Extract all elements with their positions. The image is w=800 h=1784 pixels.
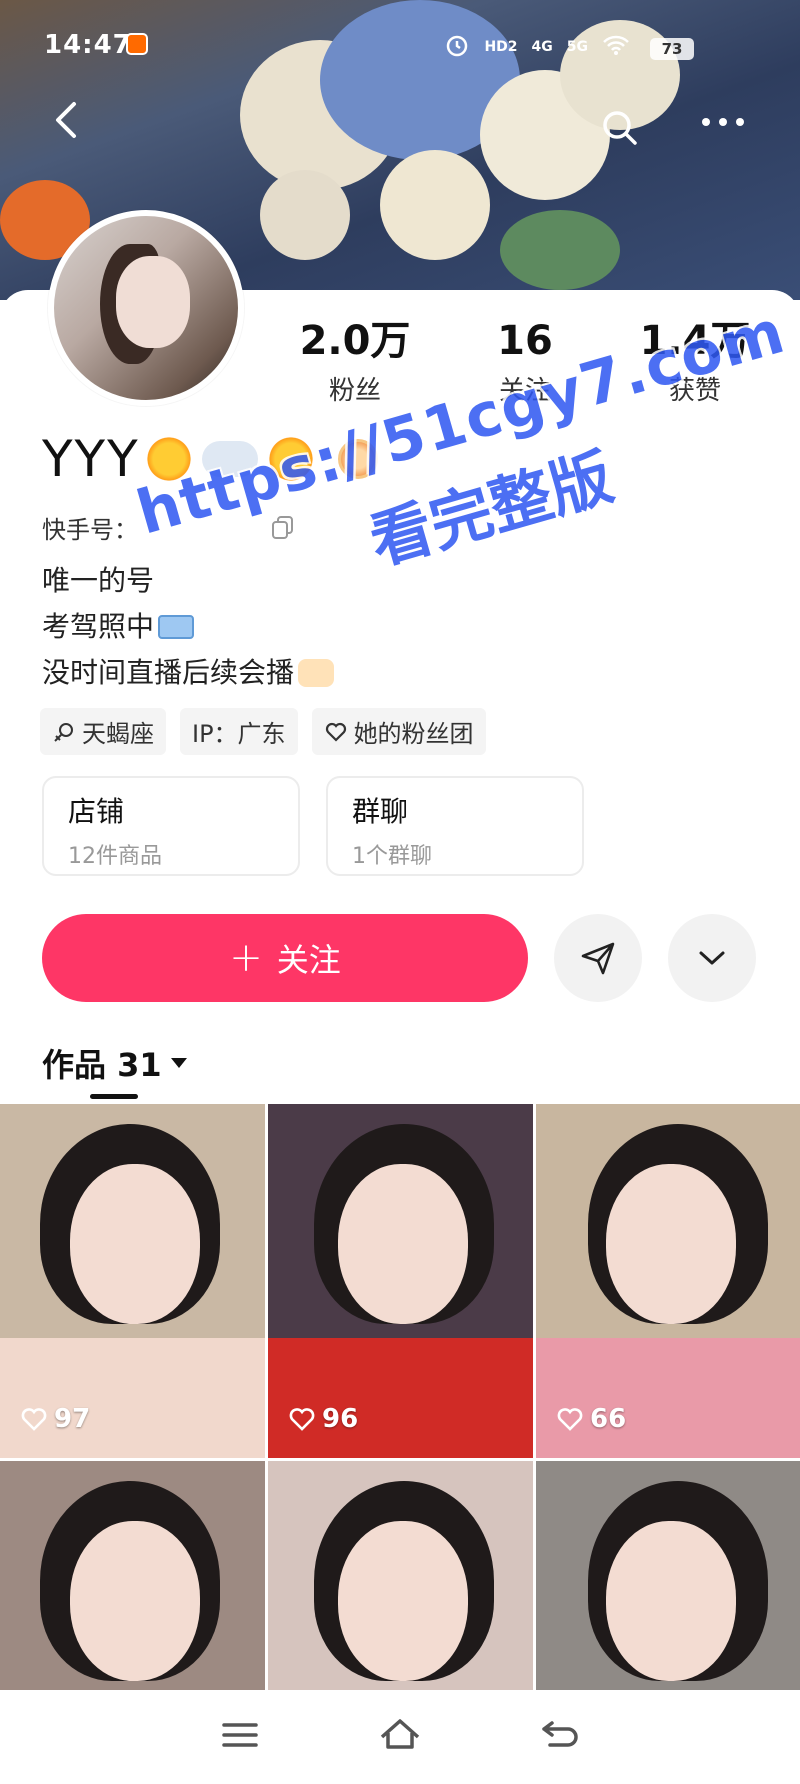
- back-nav-icon[interactable]: [538, 1715, 582, 1759]
- chevron-down-icon: [699, 951, 725, 965]
- follow-button[interactable]: + 关注: [42, 914, 528, 1002]
- thumbnail-face: [606, 1164, 736, 1324]
- tab-works-label: 作品 31: [42, 1046, 162, 1084]
- like-count-value: 96: [322, 1404, 359, 1434]
- heart-outline-icon: [557, 1408, 583, 1431]
- username-text: YYY: [42, 430, 140, 488]
- tag-ip-location: IP：广东: [180, 708, 298, 755]
- alarm-icon: [444, 32, 470, 62]
- thumbnail-face: [338, 1521, 468, 1681]
- tag-label: 她的粉丝团: [353, 720, 474, 748]
- shop-entry[interactable]: 店铺 12件商品: [42, 776, 300, 876]
- avatar-face: [116, 256, 190, 348]
- expand-button[interactable]: [668, 914, 756, 1002]
- stat-followers[interactable]: 2.0万 粉丝: [270, 318, 440, 407]
- status-time: 14:47: [44, 30, 132, 60]
- entry-subtitle: 12件商品: [68, 844, 162, 869]
- back-icon[interactable]: [48, 100, 88, 140]
- thumbnail-face: [70, 1521, 200, 1681]
- bio-text: 考驾照中: [42, 610, 155, 643]
- network-indicator-5g: 5G: [566, 39, 588, 55]
- entry-subtitle: 1个群聊: [352, 844, 432, 869]
- battery-indicator: 73: [650, 38, 694, 60]
- tag-label: 天蝎座: [82, 720, 154, 748]
- status-bar: 14:47 HD2 4G 5G 73: [0, 0, 800, 90]
- send-icon: [581, 942, 615, 975]
- female-icon: [54, 722, 73, 742]
- bio-line: 没时间直播后续会播: [42, 650, 335, 696]
- heart-outline-icon: [21, 1408, 47, 1431]
- app-notification-icon: [126, 33, 148, 55]
- heart-hands-emoji-icon: [298, 659, 335, 687]
- status-indicators: HD2 4G 5G: [444, 32, 630, 62]
- bio-text: 唯一的号: [42, 564, 155, 597]
- like-count: 97: [20, 1404, 90, 1434]
- banner-leaf: [500, 210, 620, 290]
- tag-constellation[interactable]: 天蝎座: [40, 708, 166, 755]
- system-navigation-bar: [0, 1690, 800, 1784]
- avatar[interactable]: [48, 210, 244, 406]
- tab-works[interactable]: 作品 31: [42, 1040, 188, 1086]
- work-item[interactable]: 97: [0, 1104, 265, 1458]
- work-item[interactable]: 96: [268, 1104, 533, 1458]
- like-count: 66: [556, 1404, 626, 1434]
- like-count-value: 66: [590, 1404, 627, 1434]
- caret-down-icon: [170, 1058, 187, 1068]
- home-icon[interactable]: [378, 1715, 422, 1759]
- wifi-icon: [602, 34, 630, 60]
- thumbnail-face: [70, 1164, 200, 1324]
- profile-tags: 天蝎座 IP：广东 她的粉丝团: [40, 708, 486, 755]
- share-button[interactable]: [554, 914, 642, 1002]
- group-chat-entry[interactable]: 群聊 1个群聊: [326, 776, 584, 876]
- thumbnail-clothing: [0, 1337, 265, 1458]
- work-item[interactable]: 66: [536, 1104, 800, 1458]
- banner-flower: [260, 170, 350, 260]
- thumbnail-face: [606, 1521, 736, 1681]
- like-count: 96: [288, 1404, 358, 1434]
- more-options-icon[interactable]: [700, 110, 746, 134]
- follow-label: 关注: [276, 941, 341, 979]
- heart-outline-icon: [325, 722, 346, 742]
- thumbnail-clothing: [536, 1337, 800, 1458]
- works-grid: 97 96 66: [0, 1104, 800, 1784]
- kuaishou-id-label: 快手号：: [42, 516, 138, 544]
- banner-flower: [380, 150, 490, 260]
- search-icon[interactable]: [600, 108, 640, 148]
- profile-entries: 店铺 12件商品 群聊 1个群聊: [42, 776, 584, 876]
- plus-icon: +: [229, 935, 263, 981]
- bio-text: 没时间直播后续会播: [42, 656, 295, 689]
- tag-fan-group[interactable]: 她的粉丝团: [311, 708, 486, 755]
- thumbnail-face: [338, 1164, 468, 1324]
- entry-title: 群聊: [352, 795, 409, 828]
- thumbnail-clothing: [268, 1337, 533, 1458]
- network-indicator-hd: HD2: [484, 39, 518, 55]
- tab-underline: [90, 1094, 138, 1099]
- menu-icon[interactable]: [218, 1715, 262, 1759]
- like-count-value: 97: [54, 1404, 91, 1434]
- tag-label: IP：广东: [192, 720, 286, 748]
- stat-value: 2.0万: [299, 318, 411, 364]
- entry-title: 店铺: [68, 795, 125, 828]
- heart-outline-icon: [289, 1408, 315, 1431]
- network-indicator-4g: 4G: [531, 39, 553, 55]
